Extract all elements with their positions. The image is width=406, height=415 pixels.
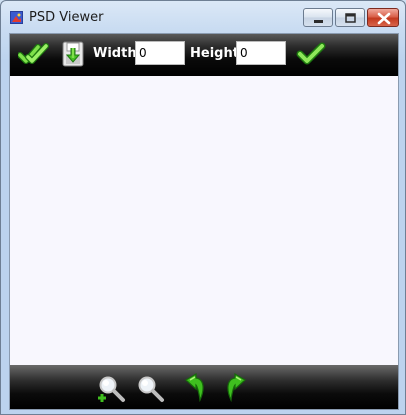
save-disk-icon[interactable] (60, 39, 86, 69)
width-label: Width (93, 46, 137, 61)
zoom-out-icon[interactable] (135, 375, 165, 403)
maximize-icon (345, 13, 356, 23)
zoom-in-icon[interactable] (96, 375, 126, 403)
title-bar[interactable]: PSD Viewer (1, 1, 405, 33)
rotate-left-icon[interactable] (182, 372, 208, 404)
height-label: Height (190, 46, 239, 61)
double-check-icon[interactable] (18, 42, 50, 66)
close-button[interactable] (367, 8, 399, 27)
rotate-right-icon[interactable] (223, 372, 249, 404)
check-icon[interactable] (296, 42, 326, 66)
close-icon (377, 12, 391, 25)
maximize-button[interactable] (335, 8, 365, 27)
minimize-icon (314, 20, 323, 23)
client-area: Width Height (9, 33, 399, 410)
image-canvas[interactable] (10, 76, 398, 365)
bottom-toolbar (10, 365, 398, 409)
minimize-button[interactable] (303, 8, 333, 27)
app-icon (10, 11, 23, 24)
window-title: PSD Viewer (29, 10, 104, 25)
width-input[interactable] (135, 41, 185, 65)
top-toolbar: Width Height (10, 34, 398, 76)
app-window: PSD Viewer Width 0 Height 0 (0, 0, 406, 415)
height-input[interactable] (236, 41, 286, 65)
